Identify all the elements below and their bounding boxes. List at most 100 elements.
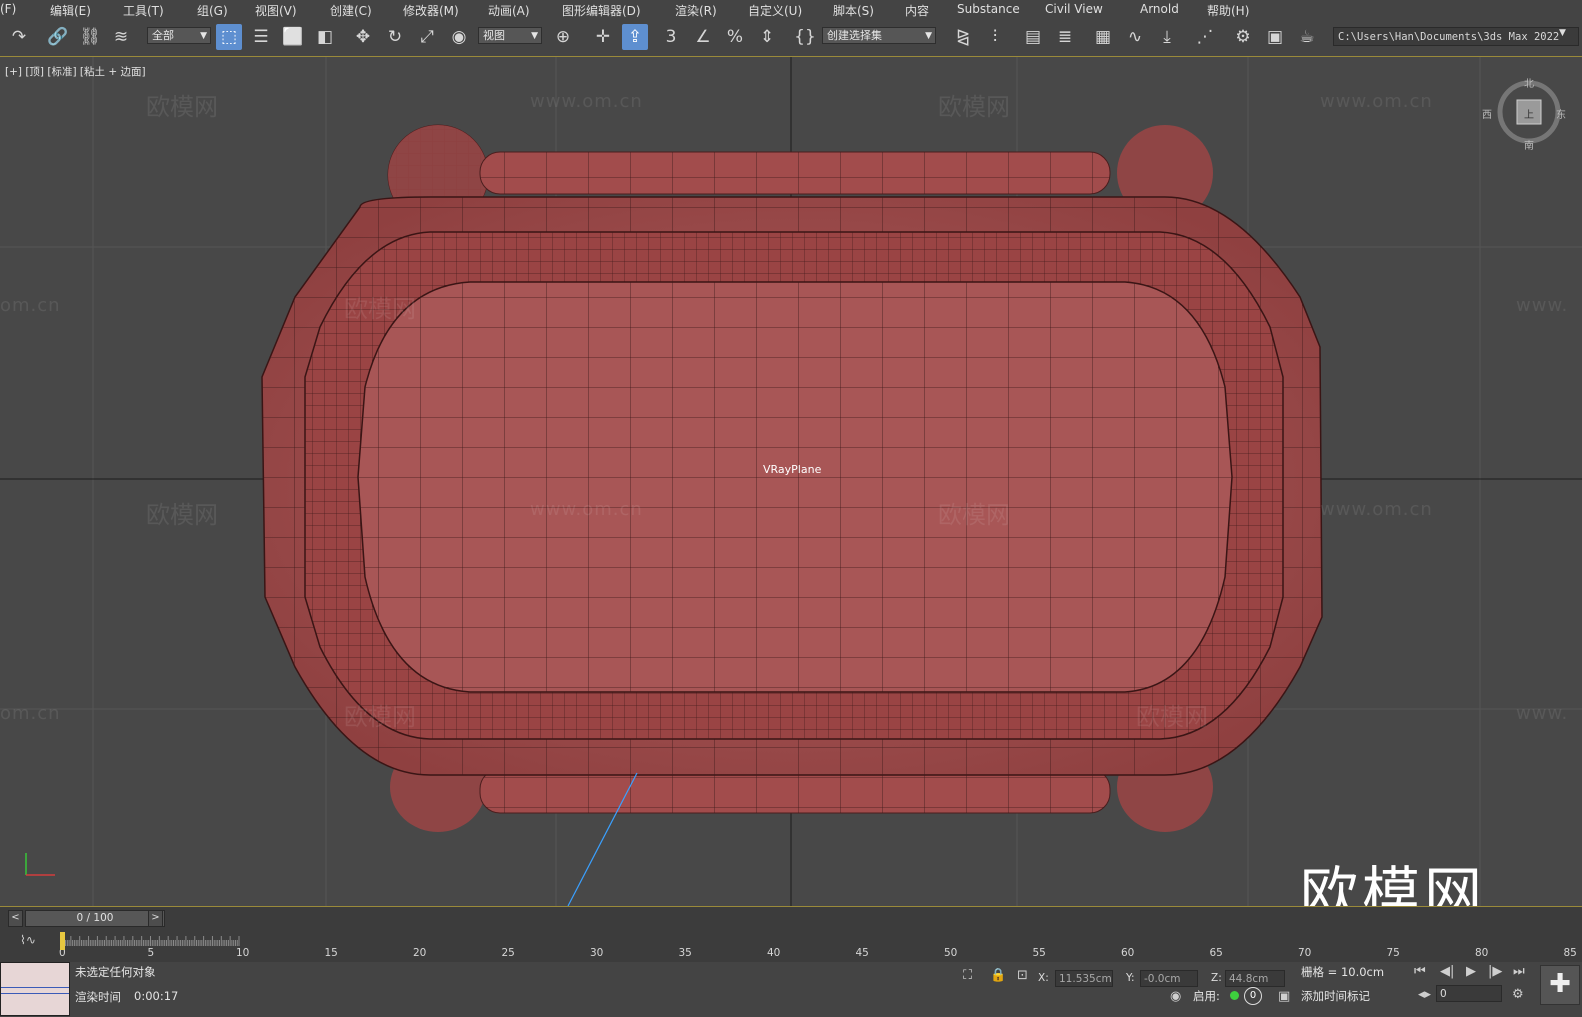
layer-explorer-icon[interactable]: ≣ xyxy=(1052,24,1078,50)
move-icon[interactable]: ✥ xyxy=(350,24,376,50)
watermark-url: om.cn xyxy=(0,703,61,724)
menu-graph-editors[interactable]: 图形编辑器(D) xyxy=(562,2,641,19)
menu-tools[interactable]: 工具(T) xyxy=(123,2,164,19)
track-tick-label: 10 xyxy=(236,947,250,959)
y-coord-field[interactable]: -0.0cm xyxy=(1140,970,1198,987)
viewcube-west[interactable]: 西 xyxy=(1482,106,1492,121)
watermark-url: om.cn xyxy=(0,295,61,316)
bind-space-warp-icon[interactable]: ≋ xyxy=(108,24,134,50)
pivot-center-icon[interactable]: ⊕ xyxy=(550,24,576,50)
goto-end-icon[interactable]: ⏭ xyxy=(1513,964,1525,979)
ribbon-toggle-icon[interactable]: ▦ xyxy=(1090,24,1116,50)
track-tick-label: 45 xyxy=(855,947,869,959)
maxscript-listener-mini[interactable] xyxy=(0,962,70,1016)
prev-frame-button[interactable]: < xyxy=(8,910,23,927)
viewcube-south[interactable]: 南 xyxy=(1524,137,1534,152)
time-slider[interactable]: 0 / 100 xyxy=(25,910,165,927)
viewport-canvas xyxy=(0,57,1582,906)
viewport-label[interactable]: [+] [顶] [标准] [粘土 + 边面] xyxy=(5,64,146,79)
keyboard-shortcut-override-icon[interactable]: ⇪ xyxy=(622,24,648,50)
time-tag-icon[interactable]: ▣ xyxy=(1278,989,1290,1004)
track-tick-label: 60 xyxy=(1121,947,1135,959)
angle-snap-icon[interactable]: ∠ xyxy=(690,24,716,50)
viewcube-top-face[interactable]: 上 xyxy=(1524,106,1534,121)
render-setup-icon[interactable]: ▣ xyxy=(1262,24,1288,50)
adaptive-degradation-icon[interactable]: ◉ xyxy=(1170,989,1181,1004)
enable-label: 启用: xyxy=(1193,989,1220,1003)
selection-lock-icon[interactable]: 🔒 xyxy=(990,968,1006,983)
current-frame-marker[interactable] xyxy=(60,932,65,950)
watermark-url: www.om.cn xyxy=(1320,499,1433,520)
mirror-icon[interactable]: ⧎ xyxy=(950,24,976,50)
menu-civil-view[interactable]: Civil View xyxy=(1045,2,1103,16)
menu-edit[interactable]: 编辑(E) xyxy=(50,2,91,19)
select-object-icon[interactable]: ⬚ xyxy=(216,24,242,50)
snap-toggle-icon[interactable]: 3 xyxy=(658,24,684,50)
scene-explorer-icon[interactable]: ▤ xyxy=(1020,24,1046,50)
menu-views[interactable]: 视图(V) xyxy=(255,2,297,19)
track-bar[interactable]: ⌇∿ 0 5 10 15 20 25 30 35 40 45 50 55 60 65 70 75 80 85 xyxy=(0,928,1582,962)
isolate-selection-icon[interactable]: ⛶ xyxy=(963,968,972,983)
project-path-field[interactable]: C:\Users\Han\Documents\3ds Max 2022 xyxy=(1333,27,1579,46)
render-teapot-icon[interactable]: ☕ xyxy=(1294,24,1320,50)
menu-content[interactable]: 内容 xyxy=(905,2,929,19)
viewcube-north[interactable]: 北 xyxy=(1524,75,1534,90)
menu-arnold[interactable]: Arnold xyxy=(1140,2,1179,16)
named-selection-dropdown[interactable]: 创建选择集 ▼ xyxy=(822,27,936,44)
scale-icon[interactable]: ⤢ xyxy=(414,24,440,50)
menu-group[interactable]: 组(G) xyxy=(197,2,228,19)
next-key-icon[interactable]: |▶ xyxy=(1488,964,1502,979)
track-tick-label: 5 xyxy=(147,947,155,959)
edit-named-selection-icon[interactable]: {} xyxy=(792,24,818,50)
menu-modifiers[interactable]: 修改器(M) xyxy=(403,2,459,19)
menu-rendering[interactable]: 渲染(R) xyxy=(675,2,717,19)
menu-file[interactable]: (F) xyxy=(0,2,16,16)
key-mode-icon[interactable]: ◂▸ xyxy=(1418,987,1431,1002)
next-frame-button[interactable]: > xyxy=(148,910,163,927)
placement-icon[interactable]: ◉ xyxy=(446,24,472,50)
unlink-icon[interactable]: ⛓ xyxy=(77,24,103,50)
prev-key-icon[interactable]: ◀| xyxy=(1440,964,1454,979)
rect-selection-icon[interactable]: ⬜ xyxy=(280,24,306,50)
percent-snap-icon[interactable]: % xyxy=(722,24,748,50)
chevron-down-icon[interactable]: ▼ xyxy=(1559,28,1566,38)
dope-sheet-icon[interactable]: ⤓ xyxy=(1154,24,1180,50)
align-icon[interactable]: ⫶ xyxy=(982,24,1008,50)
menu-scripting[interactable]: 脚本(S) xyxy=(833,2,874,19)
menu-customize[interactable]: 自定义(U) xyxy=(748,2,802,19)
viewcube[interactable]: 北 南 东 西 上 xyxy=(1482,79,1566,152)
reference-coord-dropdown[interactable]: 视图 ▼ xyxy=(478,27,542,44)
select-manipulate-icon[interactable]: ✛ xyxy=(590,24,616,50)
current-frame-field[interactable]: 0 xyxy=(1436,985,1502,1002)
grid-size: 栅格 = 10.0cm xyxy=(1301,965,1385,979)
object-name-label: VRayPlane xyxy=(763,463,822,476)
time-config-icon[interactable]: ⚙ xyxy=(1512,987,1524,1002)
menu-animation[interactable]: 动画(A) xyxy=(488,2,530,19)
menu-help[interactable]: 帮助(H) xyxy=(1207,2,1249,19)
viewport-top[interactable]: [+] [顶] [标准] [粘土 + 边面] 欧模网 www.om.cn 欧模网… xyxy=(0,57,1582,906)
enable-count[interactable]: 0 xyxy=(1244,987,1262,1005)
viewport-navigation-icon[interactable]: ✚ xyxy=(1540,965,1580,1005)
spinner-snap-icon[interactable]: ⇕ xyxy=(754,24,780,50)
menu-substance[interactable]: Substance xyxy=(957,2,1020,16)
logo-watermark: 欧模网 xyxy=(1300,860,1487,906)
selection-filter-dropdown[interactable]: 全部 ▼ xyxy=(147,27,211,44)
schematic-view-icon[interactable]: ⋰ xyxy=(1192,24,1218,50)
material-editor-icon[interactable]: ⚙ xyxy=(1230,24,1256,50)
link-icon[interactable]: 🔗 xyxy=(45,24,71,50)
z-coord-field[interactable]: 44.8cm xyxy=(1225,970,1285,987)
watermark-text: 欧模网 xyxy=(938,501,1010,529)
select-by-name-icon[interactable]: ☰ xyxy=(248,24,274,50)
viewcube-east[interactable]: 东 xyxy=(1556,106,1566,121)
absolute-mode-icon[interactable]: ⊡ xyxy=(1017,968,1028,983)
rotate-icon[interactable]: ↻ xyxy=(382,24,408,50)
add-time-tag[interactable]: 添加时间标记 xyxy=(1301,988,1370,1004)
window-crossing-icon[interactable]: ◧ xyxy=(312,24,338,50)
curve-editor-icon[interactable]: ∿ xyxy=(1122,24,1148,50)
x-coord-field[interactable]: 11.535cm xyxy=(1055,970,1113,987)
redo-icon[interactable]: ↷ xyxy=(6,24,32,50)
watermark-url: www. xyxy=(1516,295,1569,316)
goto-start-icon[interactable]: ⏮ xyxy=(1414,964,1426,979)
menu-create[interactable]: 创建(C) xyxy=(330,2,372,19)
play-icon[interactable]: ▶ xyxy=(1466,964,1476,979)
